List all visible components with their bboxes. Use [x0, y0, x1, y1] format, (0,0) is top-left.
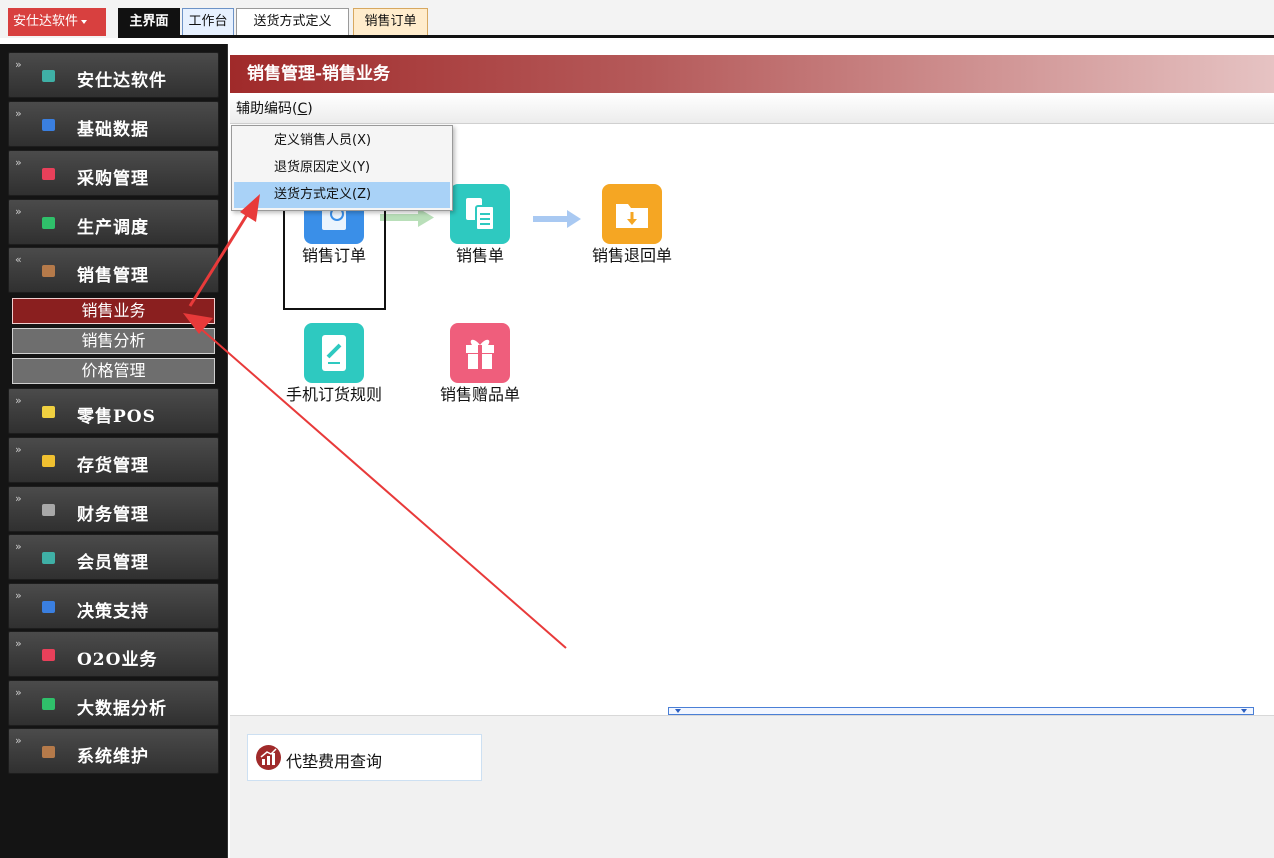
tab-delivery-method[interactable]: 送货方式定义 [236, 8, 349, 35]
menu-item-return-reason[interactable]: 退货原因定义(Y) [234, 155, 450, 181]
sidebar-item-label: 大数据分析 [77, 699, 167, 719]
brown-square-icon [42, 746, 55, 758]
horizontal-scrollbar[interactable] [668, 707, 1254, 715]
menu-item-delivery-method[interactable]: 送货方式定义(Z) [234, 182, 450, 208]
double-chevron-icon: » [15, 686, 22, 699]
mobile-order-rule-label[interactable]: 手机订货规则 [284, 386, 384, 403]
sidebar-item-label: 销售管理 [77, 266, 149, 286]
sidebar-item-label: 生产调度 [77, 218, 149, 238]
caret-down-icon [81, 19, 88, 24]
auxiliary-code-dropdown: 定义销售人员(X) 退货原因定义(Y) 送货方式定义(Z) [231, 125, 453, 211]
blue-square-icon [42, 601, 55, 613]
sidebar-item-anshida[interactable]: » 安仕达软件 [8, 52, 219, 98]
sidebar-item-label: 零售POS [77, 407, 156, 427]
gift-icon[interactable] [450, 323, 510, 383]
flow-arrow-icon [533, 210, 581, 228]
sidebar-item-label: O2O业务 [77, 650, 158, 670]
teal-square-icon [42, 70, 55, 82]
teal-square-icon [42, 552, 55, 564]
double-chevron-icon: » [15, 492, 22, 505]
sidebar-item-label: 基础数据 [77, 120, 149, 140]
sidebar-item-label: 会员管理 [77, 553, 149, 573]
blue-square-icon [42, 119, 55, 131]
red-square-icon [42, 649, 55, 661]
tab-underline [118, 35, 1274, 38]
red-square-icon [42, 168, 55, 180]
sidebar-item-decision[interactable]: » 决策支持 [8, 583, 219, 629]
tab-workbench[interactable]: 工作台 [182, 8, 234, 35]
double-chevron-icon: » [15, 589, 22, 602]
tab-sales-order[interactable]: 销售订单 [353, 8, 428, 35]
sidebar-item-label: 安仕达软件 [77, 71, 167, 91]
double-chevron-icon: » [15, 637, 22, 650]
double-chevron-icon: » [15, 394, 22, 407]
top-toolbar: 安仕达软件 主界面 工作台 送货方式定义 销售订单 [0, 0, 1274, 38]
double-chevron-icon: » [15, 540, 22, 553]
sidebar-subitem-sales-business[interactable]: 销售业务 [12, 298, 215, 324]
sidebar-item-label: 采购管理 [77, 169, 149, 189]
yellow-square-icon [42, 406, 55, 418]
double-chevron-down-icon: « [15, 253, 22, 266]
page-title: 销售管理-销售业务 [230, 55, 1274, 93]
sidebar-subitem-sales-analysis[interactable]: 销售分析 [12, 328, 215, 354]
sidebar-subitem-price-management[interactable]: 价格管理 [12, 358, 215, 384]
sidebar-item-inventory[interactable]: » 存货管理 [8, 437, 219, 483]
sidebar-item-label: 决策支持 [77, 602, 149, 622]
green-square-icon [42, 698, 55, 710]
gray-square-icon [42, 504, 55, 516]
sidebar-item-label: 财务管理 [77, 505, 149, 525]
brown-square-icon [42, 265, 55, 277]
sales-slip-icon[interactable] [450, 184, 510, 244]
double-chevron-icon: » [15, 107, 22, 120]
double-chevron-icon: » [15, 205, 22, 218]
sidebar-item-system[interactable]: » 系统维护 [8, 728, 219, 774]
sidebar-item-sales[interactable]: « 销售管理 [8, 247, 219, 293]
app-menu-label: 安仕达软件 [13, 14, 79, 29]
double-chevron-icon: » [15, 58, 22, 71]
menu-bar: 辅助编码(C) [230, 94, 1274, 124]
sidebar-item-member[interactable]: » 会员管理 [8, 534, 219, 580]
green-square-icon [42, 217, 55, 229]
chart-growth-icon [256, 745, 281, 770]
scroll-down-icon[interactable] [1241, 709, 1247, 713]
menu-label-close: ) [307, 101, 313, 117]
app-menu-button[interactable]: 安仕达软件 [8, 8, 106, 36]
scroll-down-icon[interactable] [675, 709, 681, 713]
advance-expense-query-button[interactable]: 代垫费用查询 [247, 734, 482, 781]
sales-slip-label[interactable]: 销售单 [440, 247, 520, 264]
mobile-order-rule-icon[interactable] [304, 323, 364, 383]
advance-expense-query-label: 代垫费用查询 [286, 752, 383, 771]
sidebar-item-retail-pos[interactable]: » 零售POS [8, 388, 219, 434]
menu-hotkey: C [297, 101, 308, 117]
menu-label: 辅助编码( [236, 101, 298, 117]
sidebar-item-purchase[interactable]: » 采购管理 [8, 150, 219, 196]
sidebar-item-basic-data[interactable]: » 基础数据 [8, 101, 219, 147]
sidebar-item-finance[interactable]: » 财务管理 [8, 486, 219, 532]
double-chevron-icon: » [15, 734, 22, 747]
double-chevron-icon: » [15, 156, 22, 169]
sidebar-item-production[interactable]: » 生产调度 [8, 199, 219, 245]
sidebar-item-big-data[interactable]: » 大数据分析 [8, 680, 219, 726]
menu-item-define-salesperson[interactable]: 定义销售人员(X) [234, 128, 450, 154]
sales-return-label[interactable]: 销售退回单 [582, 247, 682, 264]
double-chevron-icon: » [15, 443, 22, 456]
orange-square-icon [42, 455, 55, 467]
menu-auxiliary-code[interactable]: 辅助编码(C) [236, 101, 313, 117]
sidebar-item-o2o[interactable]: » O2O业务 [8, 631, 219, 677]
gift-slip-label[interactable]: 销售赠品单 [430, 386, 530, 403]
sidebar-item-label: 系统维护 [77, 747, 149, 767]
sidebar-item-label: 存货管理 [77, 456, 149, 476]
tab-main[interactable]: 主界面 [118, 8, 180, 35]
sales-return-icon[interactable] [602, 184, 662, 244]
